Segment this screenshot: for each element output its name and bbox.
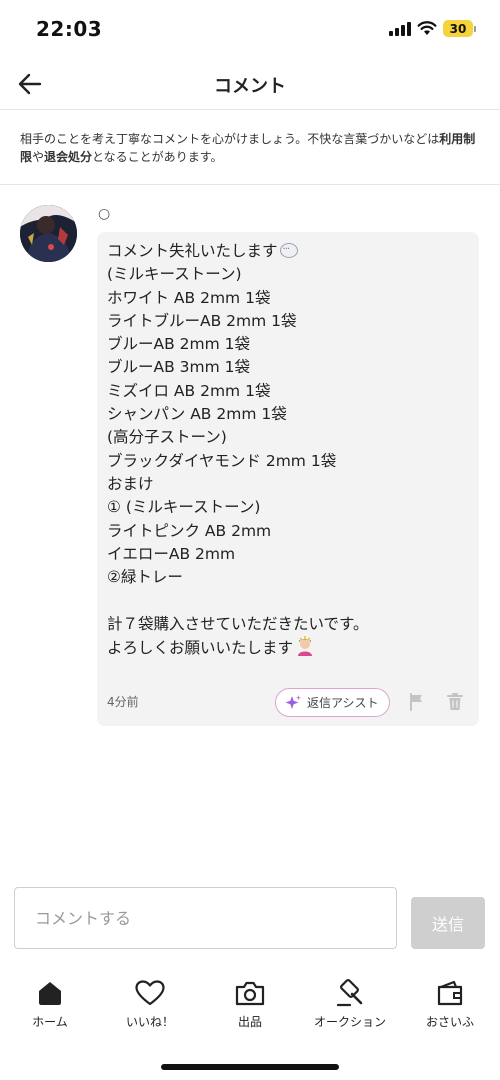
- etiquette-notice: 相手のことを考え丁寧なコメントを心がけましょう。不快な言葉づかいなどは利用制限や…: [0, 111, 500, 185]
- nav-label-sell: 出品: [237, 1015, 262, 1029]
- comment-text: コメント失礼いたします (ミルキーストーン) ホワイト AB 2mm 1袋 ライ…: [107, 238, 472, 660]
- comment-body: (ミルキーストーン) ホワイト AB 2mm 1袋 ライトブルーAB 2mm 1…: [107, 265, 369, 633]
- flag-icon[interactable]: [408, 693, 424, 715]
- avatar[interactable]: [20, 205, 77, 262]
- status-time: 22:03: [36, 17, 103, 41]
- home-icon: [39, 982, 61, 1005]
- nav-label-home: ホーム: [32, 1015, 68, 1029]
- gavel-icon: [336, 979, 363, 1007]
- comment-last-line: よろしくお願いいたします: [107, 639, 294, 658]
- comment-username[interactable]: ○: [98, 206, 110, 222]
- camera-icon: [235, 981, 265, 1006]
- battery-icon: 30: [443, 20, 476, 37]
- notice-text-suffix: となることがあります。: [92, 150, 223, 164]
- status-bar: 22:03 30: [0, 0, 500, 58]
- nav-item-auction[interactable]: オークション: [300, 968, 400, 1038]
- comment-input[interactable]: [14, 887, 397, 949]
- heart-icon: [135, 980, 165, 1006]
- send-button[interactable]: 送信: [411, 897, 485, 949]
- notice-text: 相手のことを考え丁寧なコメントを心がけましょう。不快な言葉づかいなどは: [20, 132, 440, 146]
- speech-bubble-emoji-icon: [279, 238, 298, 261]
- sparkle-icon: [285, 694, 301, 709]
- nav-label-likes: いいね！: [125, 1015, 174, 1029]
- battery-level: 30: [443, 20, 473, 37]
- notice-text-mid: や: [32, 150, 45, 164]
- comment-time: 4分前: [107, 695, 139, 709]
- nav-item-sell[interactable]: 出品: [200, 968, 300, 1038]
- nav-label-auction: オークション: [313, 1015, 386, 1029]
- nav-item-home[interactable]: ホーム: [0, 968, 100, 1038]
- page-title: コメント: [214, 76, 286, 97]
- bottom-nav: ホーム いいね！ 出品 オークション おさいふ: [0, 968, 500, 1038]
- nav-label-wallet: おさいふ: [425, 1015, 474, 1029]
- reply-assist-label: 返信アシスト: [307, 696, 379, 710]
- trash-icon[interactable]: [447, 692, 463, 715]
- signal-icon: [389, 21, 411, 36]
- wifi-icon: [417, 21, 437, 36]
- notice-withdrawal: 退会処分: [44, 150, 93, 164]
- person-bowing-emoji-icon: [298, 636, 313, 657]
- wallet-icon: [437, 980, 463, 1006]
- comment-bubble: コメント失礼いたします (ミルキーストーン) ホワイト AB 2mm 1袋 ライ…: [97, 232, 479, 726]
- comment-first-line: コメント失礼いたします: [107, 242, 278, 260]
- home-indicator: [161, 1064, 339, 1070]
- nav-item-wallet[interactable]: おさいふ: [400, 968, 500, 1038]
- reply-assist-button[interactable]: 返信アシスト: [275, 688, 390, 717]
- status-indicators: 30: [389, 20, 476, 37]
- header: コメント: [0, 58, 500, 110]
- nav-item-likes[interactable]: いいね！: [100, 968, 200, 1038]
